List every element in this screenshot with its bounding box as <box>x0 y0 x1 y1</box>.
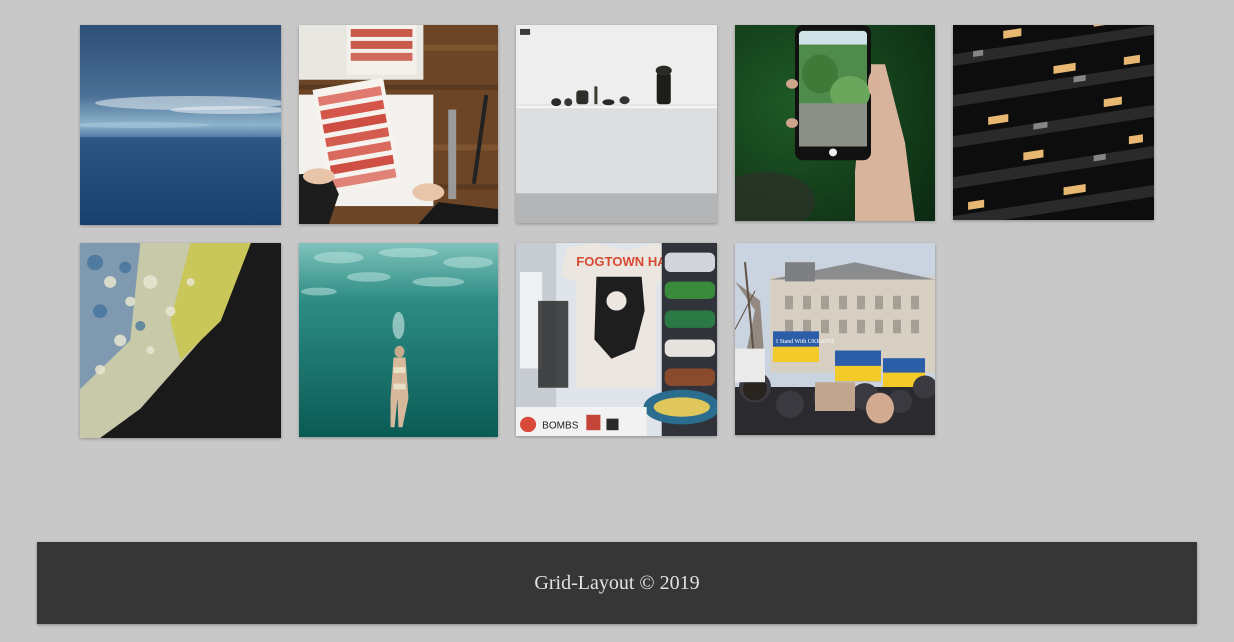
white-shelf-picture <box>516 25 717 223</box>
footer-copyright-text: Grid-Layout © 2019 <box>534 571 700 594</box>
underwater-picture <box>299 243 498 437</box>
image-gallery: FOGTOWN HARDCORE BOMBS I Stand With UKRA… <box>0 0 1234 460</box>
gallery-image-protest[interactable]: I Stand With UKRAINE <box>735 243 935 435</box>
gallery-image-dark-building[interactable] <box>953 25 1154 220</box>
ocean-picture <box>80 25 281 225</box>
gallery-image-shirt-skateboards[interactable]: FOGTOWN HARDCORE BOMBS <box>516 243 717 436</box>
dark-building-picture <box>953 25 1154 220</box>
gallery-image-fluid-art[interactable] <box>80 243 281 438</box>
shirt-skateboards-picture: FOGTOWN HARDCORE BOMBS <box>516 243 717 436</box>
fluid-art-picture <box>80 243 281 438</box>
sticker-text: BOMBS <box>542 420 579 431</box>
swatch-book-picture <box>299 25 498 224</box>
gallery-image-ocean[interactable] <box>80 25 281 225</box>
protest-picture: I Stand With UKRAINE <box>735 243 935 435</box>
protest-sign-text: I Stand With UKRAINE <box>776 339 835 345</box>
phone-plants-picture <box>735 25 935 221</box>
page-footer: Grid-Layout © 2019 <box>37 542 1197 624</box>
gallery-image-white-shelf[interactable] <box>516 25 717 223</box>
gallery-image-underwater-swimmer[interactable] <box>299 243 498 437</box>
gallery-image-phone-plants[interactable] <box>735 25 935 221</box>
gallery-image-swatch-book[interactable] <box>299 25 498 224</box>
